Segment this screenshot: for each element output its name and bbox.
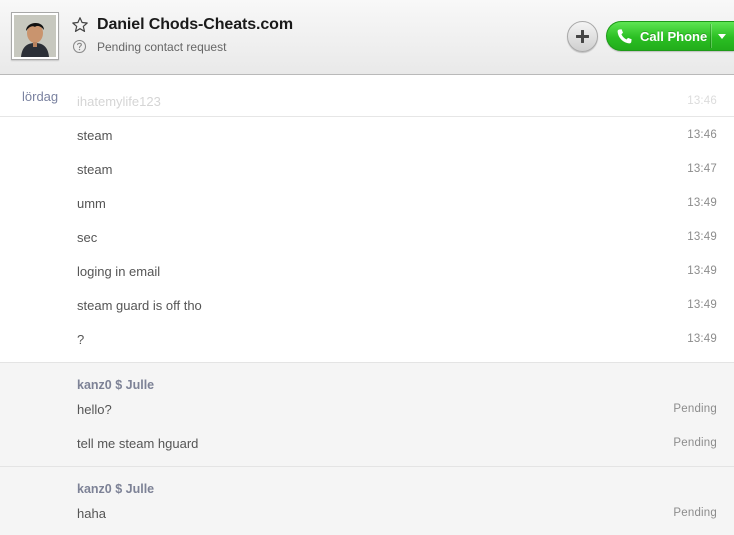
list-item: loging in email 13:49	[0, 254, 734, 288]
message-text: ihatemylife123	[77, 94, 161, 109]
call-button-divider	[710, 24, 711, 48]
list-item: steam guard is off tho 13:49	[0, 288, 734, 322]
message-time: 13:46	[687, 129, 717, 141]
message-text: ?	[77, 332, 85, 347]
message-status: Pending	[673, 507, 717, 519]
call-phone-button[interactable]: Call Phone	[606, 21, 734, 51]
message-text: umm	[77, 196, 106, 211]
message-status: Pending	[673, 403, 717, 415]
star-icon[interactable]	[71, 16, 89, 34]
sender-name: kanz0 $ Julle	[77, 378, 155, 392]
message-time: 13:49	[687, 231, 717, 243]
message-time: 13:49	[687, 265, 717, 277]
message-time: 13:46	[687, 95, 717, 107]
outgoing-message-group: kanz0 $ Julle hello? Pending tell me ste…	[0, 362, 734, 466]
call-phone-label: Call Phone	[640, 29, 708, 44]
message-time: 13:49	[687, 197, 717, 209]
list-item: ihatemylife123 13:46	[0, 83, 734, 117]
list-item: sec 13:49	[0, 220, 734, 254]
list-item: steam 13:46	[0, 118, 734, 152]
message-time: 13:47	[687, 163, 717, 175]
message-text: steam	[77, 128, 113, 143]
avatar-photo	[14, 15, 56, 57]
sender-name: kanz0 $ Julle	[77, 482, 155, 496]
plus-icon	[576, 30, 589, 43]
list-item: steam 13:47	[0, 152, 734, 186]
message-text: steam	[77, 162, 113, 177]
add-button[interactable]	[567, 21, 598, 52]
list-item: umm 13:49	[0, 186, 734, 220]
message-time: 13:49	[687, 299, 717, 311]
chevron-down-icon[interactable]	[718, 34, 726, 39]
list-item: ? 13:49	[0, 322, 734, 356]
message-text: steam guard is off tho	[77, 298, 202, 313]
contact-status: Pending contact request	[97, 40, 227, 54]
conversation-header: Daniel Chods-Cheats.com Pending contact …	[0, 0, 734, 75]
message-text: hello?	[77, 402, 112, 417]
message-status: Pending	[673, 437, 717, 449]
message-time: 13:49	[687, 333, 717, 345]
day-label: lördag	[22, 89, 59, 104]
contact-avatar[interactable]	[11, 12, 59, 60]
message-text: tell me steam hguard	[77, 436, 199, 451]
phone-icon	[617, 29, 632, 44]
message-text: sec	[77, 230, 98, 245]
pending-request-icon	[72, 39, 87, 54]
outgoing-message-group: kanz0 $ Julle haha Pending	[0, 466, 734, 535]
message-text: haha	[77, 506, 106, 521]
contact-name[interactable]: Daniel Chods-Cheats.com	[97, 16, 293, 34]
message-text: loging in email	[77, 264, 161, 279]
